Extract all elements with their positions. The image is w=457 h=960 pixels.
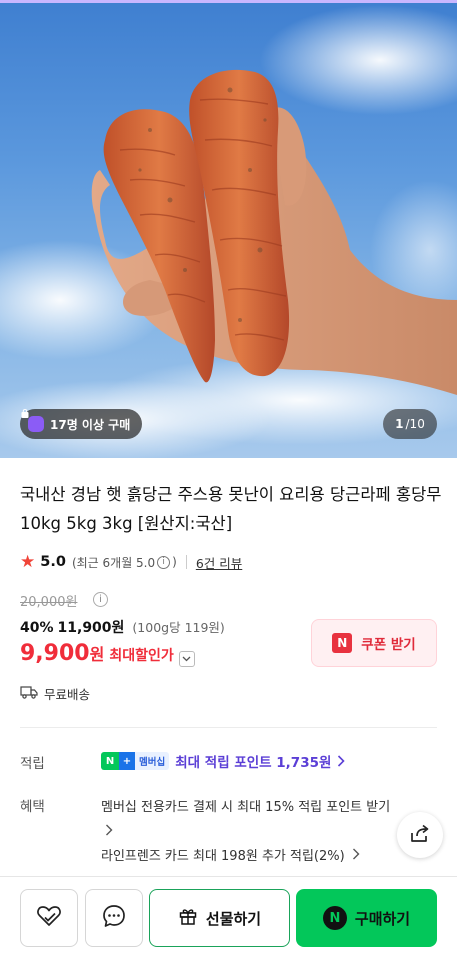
section-divider <box>20 727 437 728</box>
rating-recent-close: ) <box>172 555 177 569</box>
chevron-down-icon[interactable] <box>178 651 195 667</box>
image-counter-total: /10 <box>405 417 425 431</box>
rating-recent: (최근 6개월 5.0 <box>71 555 156 570</box>
max-discount-won: 원 <box>89 645 105 664</box>
buy-button[interactable]: N 구매하기 <box>296 889 437 947</box>
product-title: 국내산 경남 햇 흙당근 주스용 못난이 요리용 당근라페 홍당무 10kg 5… <box>20 485 442 533</box>
sale-price: 11,900원 <box>57 620 125 636</box>
unit-price: (100g당 119원) <box>132 620 225 635</box>
talk-button[interactable] <box>85 889 143 947</box>
original-price: 20,000원 <box>20 595 78 610</box>
chat-bubble-icon <box>101 903 127 933</box>
plus-icon: + <box>119 752 135 770</box>
benefit-item-card-text: 멤버십 전용카드 결제 시 최대 15% 적립 포인트 받기 <box>101 800 391 815</box>
status-accent-line <box>0 0 457 3</box>
share-icon <box>409 822 431 848</box>
buyer-count-text: 17명 이상 구매 <box>50 417 131 432</box>
chevron-right-icon <box>105 820 113 845</box>
naver-plus-membership-badge: N + 멤버십 <box>101 752 170 770</box>
naver-n-icon: N <box>332 633 353 653</box>
price-info-icon[interactable]: i <box>93 592 108 607</box>
benefit-label: 혜택 <box>20 799 45 815</box>
max-discount-price: 9,900 <box>20 641 90 666</box>
gift-button[interactable]: 선물하기 <box>149 889 290 947</box>
truck-icon <box>20 685 38 702</box>
coupon-button[interactable]: N 쿠폰 받기 <box>311 619 437 667</box>
buy-label: 구매하기 <box>354 909 411 928</box>
rating-score: 5.0 <box>40 554 66 570</box>
carrot-photo <box>0 5 457 458</box>
shipping-text: 무료배송 <box>44 687 91 702</box>
max-discount-label: 최대할인가 <box>109 648 174 664</box>
benefit-item-line-friends-text: 라인프렌즈 카드 최대 198원 추가 적립(2%) <box>101 849 345 864</box>
membership-badge-label: 멤버십 <box>135 752 170 770</box>
benefit-item-card[interactable]: 멤버십 전용카드 결제 시 최대 15% 적립 포인트 받기 <box>101 795 401 845</box>
discount-rate: 40% <box>20 620 54 636</box>
heart-icon <box>36 904 62 932</box>
wishlist-button[interactable] <box>20 889 78 947</box>
share-button[interactable] <box>397 812 443 858</box>
product-image[interactable]: 17명 이상 구매 1 /10 <box>0 0 457 458</box>
shopping-bag-icon <box>21 409 44 432</box>
shipping-row: 무료배송 <box>20 684 90 703</box>
star-icon: ★ <box>20 552 36 572</box>
max-discount-row[interactable]: 9,900 원 최대할인가 <box>20 641 195 667</box>
discount-row: 40% 11,900원 (100g당 119원) <box>20 617 225 637</box>
gift-icon <box>178 906 198 930</box>
review-link[interactable]: 6건 리뷰 <box>196 553 242 572</box>
image-counter: 1 /10 <box>383 409 437 439</box>
info-icon[interactable]: i <box>157 555 171 569</box>
gift-label: 선물하기 <box>205 909 262 928</box>
naver-n-icon: N <box>322 906 347 930</box>
points-label: 적립 <box>20 756 45 772</box>
divider <box>185 555 187 569</box>
points-row[interactable]: N + 멤버십 최대 적립 포인트 1,735원 <box>101 751 346 771</box>
naver-n-icon: N <box>101 752 119 770</box>
max-points-text: 최대 적립 포인트 1,735원 <box>175 755 332 771</box>
image-counter-current: 1 <box>395 417 404 431</box>
buyer-count-badge: 17명 이상 구매 <box>20 409 143 439</box>
chevron-right-icon <box>337 752 346 771</box>
benefit-item-line-friends[interactable]: 라인프렌즈 카드 최대 198원 추가 적립(2%) <box>101 845 360 864</box>
chevron-right-icon <box>352 848 360 864</box>
coupon-label: 쿠폰 받기 <box>361 637 416 653</box>
rating-row: ★ 5.0 (최근 6개월 5.0 i ) 6건 리뷰 <box>20 551 242 573</box>
